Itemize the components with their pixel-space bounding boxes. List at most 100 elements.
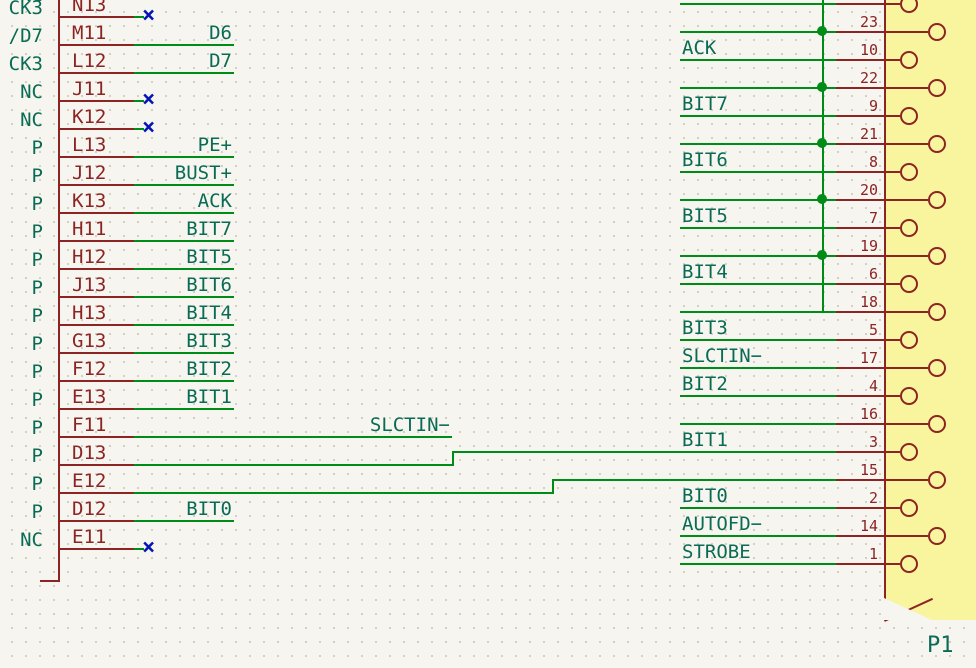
wire: [134, 72, 234, 74]
connector-pin-stub-outer: [836, 143, 884, 145]
connector-pin-stub-inner: [884, 255, 928, 257]
chip-pin-stub: [60, 44, 134, 46]
connector-pin-stub-inner: [884, 87, 928, 89]
connector-pin-stub-inner: [884, 535, 928, 537]
chip-pin-function: P: [0, 389, 43, 411]
chip-pin-function: P: [0, 137, 43, 159]
connector-pin-stub-outer: [836, 87, 884, 89]
chip-pin-function: P: [0, 249, 43, 271]
net-label: BIT5: [682, 205, 728, 227]
connector-pin-stub-inner: [884, 59, 900, 61]
connector-pin-stub-outer: [836, 171, 884, 173]
wire: [134, 520, 234, 522]
connector-pin-stub-inner: [884, 479, 928, 481]
junction-dot: [817, 26, 827, 36]
chip-pin-number: N13: [72, 0, 106, 16]
chip-pin-stub: [60, 520, 134, 522]
chip-pin-stub: [60, 436, 134, 438]
chip-pin-number: E12: [72, 470, 106, 492]
chip-pin-stub: [60, 240, 134, 242]
wire: [680, 227, 836, 229]
wire-vertical: [452, 451, 454, 466]
chip-pin-number: D13: [72, 442, 106, 464]
net-label: STROBE: [682, 541, 751, 563]
connector-pin-stub-outer: [836, 367, 884, 369]
left-chip-bottom-edge: [40, 580, 60, 582]
connector-pin-icon: [928, 23, 946, 41]
chip-pin-number: H12: [72, 246, 106, 268]
connector-pin-number: 9: [848, 97, 878, 115]
wire: [134, 212, 234, 214]
net-label: BIT4: [186, 302, 232, 324]
wire: [552, 479, 680, 481]
connector-pin-icon: [900, 499, 918, 517]
chip-pin-number: J12: [72, 162, 106, 184]
wire: [680, 283, 836, 285]
wire: [452, 451, 680, 453]
connector-pin-icon: [900, 163, 918, 181]
connector-pin-icon: [900, 107, 918, 125]
wire: [680, 115, 836, 117]
connector-pin-number: 19: [848, 237, 878, 255]
connector-pin-stub-outer: [836, 311, 884, 313]
wire: [134, 44, 234, 46]
connector-pin-icon: [900, 275, 918, 293]
chip-pin-number: G13: [72, 330, 106, 352]
connector-pin-stub-inner: [884, 283, 900, 285]
connector-pin-icon: [928, 191, 946, 209]
chip-pin-function: NC: [0, 109, 43, 131]
chip-pin-function: P: [0, 305, 43, 327]
net-label: AUTOFD−: [682, 513, 762, 535]
chip-pin-function: P: [0, 417, 43, 439]
chip-pin-stub: [60, 464, 134, 466]
wire: [134, 240, 234, 242]
connector-pin-stub-inner: [884, 367, 928, 369]
connector-pin-icon: [900, 51, 918, 69]
wire: [680, 87, 836, 89]
connector-pin-number: 8: [848, 153, 878, 171]
net-label: BIT6: [682, 149, 728, 171]
chip-pin-function: P: [0, 193, 43, 215]
connector-pin-stub-outer: [836, 255, 884, 257]
net-label: BIT7: [682, 93, 728, 115]
chip-pin-function: CK3: [0, 53, 43, 75]
chip-pin-stub: [60, 408, 134, 410]
connector-pin-number: 15: [848, 461, 878, 479]
connector-pin-icon: [900, 219, 918, 237]
no-connect-icon: ×: [142, 115, 155, 140]
connector-pin-stub-outer: [836, 507, 884, 509]
chip-pin-function: P: [0, 165, 43, 187]
chip-pin-function: CK3: [0, 0, 43, 19]
wire: [680, 3, 836, 5]
net-label: BIT3: [186, 330, 232, 352]
connector-pin-number: 16: [848, 405, 878, 423]
net-label: BIT0: [682, 485, 728, 507]
no-connect-icon: ×: [142, 535, 155, 560]
chip-pin-function: NC: [0, 529, 43, 551]
connector-pin-stub-inner: [884, 199, 928, 201]
chip-pin-function: P: [0, 501, 43, 523]
junction-dot: [817, 138, 827, 148]
connector-pin-icon: [928, 527, 946, 545]
chip-pin-function: /D7: [0, 25, 43, 47]
junction-dot: [817, 82, 827, 92]
chip-pin-number: F12: [72, 358, 106, 380]
connector-slant-fill: [884, 598, 932, 620]
connector-pin-stub-outer: [836, 479, 884, 481]
wire: [680, 451, 836, 453]
wire: [680, 311, 836, 313]
wire: [680, 423, 836, 425]
net-label: BIT1: [186, 386, 232, 408]
connector-pin-stub-outer: [836, 395, 884, 397]
connector-pin-stub-inner: [884, 451, 900, 453]
connector-pin-icon: [928, 303, 946, 321]
net-label: ACK: [682, 37, 716, 59]
wire: [134, 464, 452, 466]
connector-pin-number: 10: [848, 41, 878, 59]
wire: [680, 31, 836, 33]
no-connect-icon: ×: [142, 87, 155, 112]
chip-pin-number: L13: [72, 134, 106, 156]
net-label: BIT6: [186, 274, 232, 296]
net-label: BIT1: [682, 429, 728, 451]
wire: [134, 156, 234, 158]
